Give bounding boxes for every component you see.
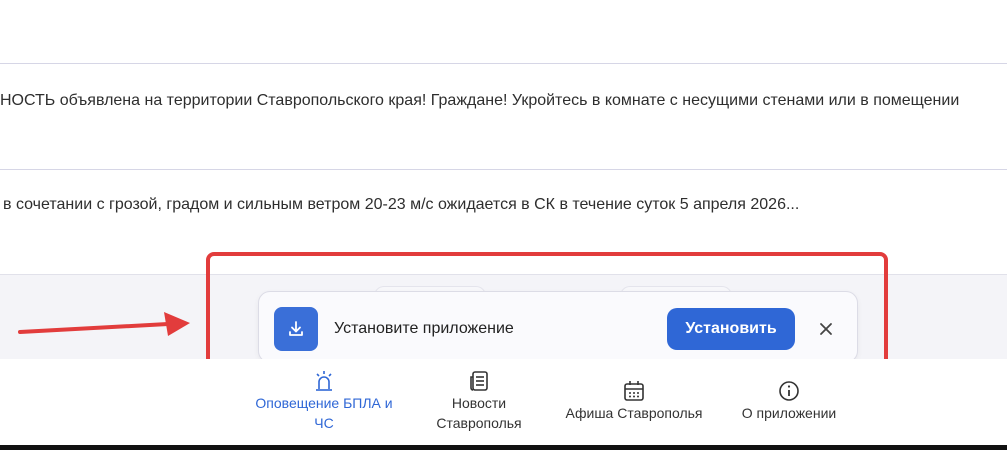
annotation-arrow-icon [18,312,190,336]
nav-item-news[interactable]: Новости Ставрополья [418,369,540,433]
feed-item[interactable]: НОСТЬ объявлена на территории Ставрополь… [0,64,1007,170]
siren-icon [316,371,332,391]
system-bar [0,445,1007,450]
newspaper-icon [470,371,488,391]
nav-item-label: Новости Ставрополья [436,395,522,431]
info-icon [779,381,799,401]
feed-item-text: в сочетании с грозой, градом и сильным в… [3,196,800,213]
nav-item-events[interactable]: Афиша Ставрополья [552,379,716,423]
install-banner-text: Установите приложение [334,320,514,337]
calendar-icon [624,381,644,401]
nav-item-about[interactable]: О приложении [728,379,850,423]
nav-item-alerts[interactable]: Оповещение БПЛА и ЧС [244,369,404,433]
feed-item-text: НОСТЬ объявлена на территории Ставрополь… [0,92,960,109]
download-icon [274,307,318,351]
install-banner: Установите приложение Установить [258,291,858,363]
close-icon[interactable] [815,318,837,340]
nav-item-label: Афиша Ставрополья [565,405,703,421]
nav-item-label: О приложении [741,405,837,421]
install-button[interactable]: Установить [667,308,795,350]
feed-item[interactable] [0,0,1007,64]
bottom-navigation: Оповещение БПЛА и ЧС Новости Ставрополья… [0,359,1007,445]
nav-item-label: Оповещение БПЛА и ЧС [255,395,393,431]
